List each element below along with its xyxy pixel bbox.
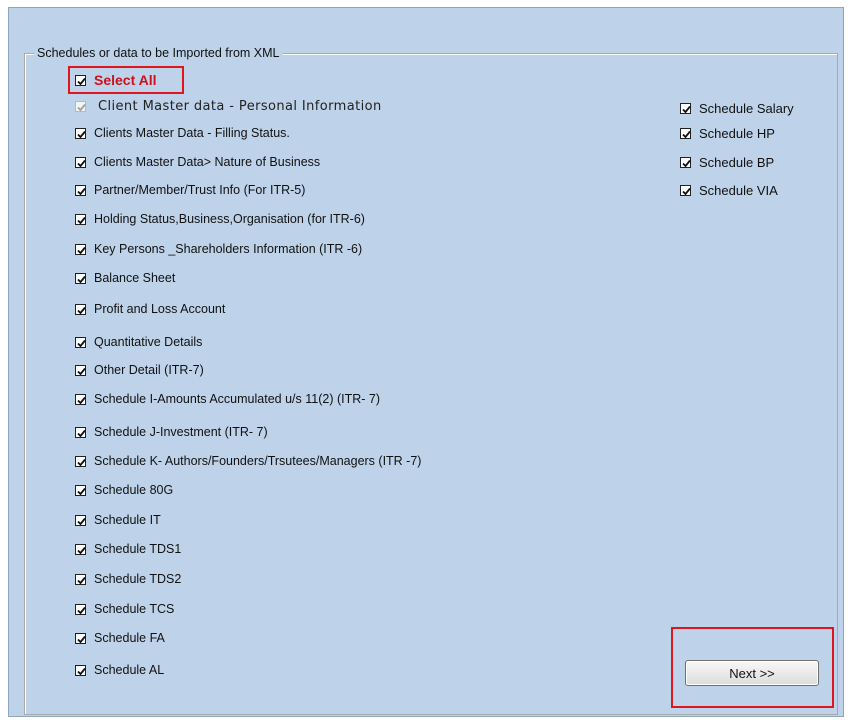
- checkbox-other-detail[interactable]: [75, 364, 86, 376]
- checkbox-schedule-i[interactable]: [75, 393, 86, 405]
- checkbox-row-balance-sheet[interactable]: Balance Sheet: [75, 271, 175, 285]
- checkbox-row-schedule-via[interactable]: Schedule VIA: [680, 183, 778, 198]
- checkbox-schedule-fa[interactable]: [75, 632, 86, 644]
- label-schedule-via: Schedule VIA: [699, 183, 778, 198]
- select-all-checkbox[interactable]: [75, 74, 86, 86]
- checkbox-balance-sheet[interactable]: [75, 272, 86, 284]
- label-key-persons: Key Persons _Shareholders Information (I…: [94, 242, 363, 256]
- checkbox-profit-loss[interactable]: [75, 303, 86, 315]
- checkbox-row-schedule-80g[interactable]: Schedule 80G: [75, 483, 173, 497]
- checkbox-partner-info[interactable]: [75, 184, 86, 196]
- checkbox-holding-status[interactable]: [75, 213, 86, 225]
- checkbox-schedule-k[interactable]: [75, 455, 86, 467]
- label-schedule-bp: Schedule BP: [699, 155, 775, 170]
- checkbox-schedule-salary[interactable]: [680, 103, 691, 114]
- checkbox-row-schedule-tcs[interactable]: Schedule TCS: [75, 602, 174, 616]
- checkbox-row-schedule-tds2[interactable]: Schedule TDS2: [75, 572, 181, 586]
- checkbox-filling-status[interactable]: [75, 127, 86, 139]
- select-all-label: Select All: [94, 72, 157, 88]
- checkbox-key-persons[interactable]: [75, 243, 86, 255]
- checkbox-row-schedule-al[interactable]: Schedule AL: [75, 663, 164, 677]
- checkbox-quantitative-details[interactable]: [75, 336, 86, 348]
- label-profit-loss: Profit and Loss Account: [94, 302, 226, 316]
- checkbox-schedule-al[interactable]: [75, 664, 86, 676]
- label-balance-sheet: Balance Sheet: [94, 271, 176, 285]
- label-schedule-tds1: Schedule TDS1: [94, 542, 182, 556]
- label-schedule-i: Schedule I-Amounts Accumulated u/s 11(2)…: [94, 392, 380, 406]
- label-schedule-it: Schedule IT: [94, 513, 161, 527]
- checkbox-row-schedule-tds1[interactable]: Schedule TDS1: [75, 542, 181, 556]
- checkbox-row-schedule-j[interactable]: Schedule J-Investment (ITR- 7): [75, 425, 268, 439]
- checkbox-schedule-tcs[interactable]: [75, 603, 86, 615]
- checkbox-row-schedule-i[interactable]: Schedule I-Amounts Accumulated u/s 11(2)…: [75, 392, 380, 406]
- checkbox-row-schedule-bp[interactable]: Schedule BP: [680, 155, 774, 170]
- groupbox-title: Schedules or data to be Imported from XM…: [34, 46, 283, 60]
- label-partner-info: Partner/Member/Trust Info (For ITR-5): [94, 183, 306, 197]
- checkbox-row-schedule-salary[interactable]: Schedule Salary: [680, 101, 794, 116]
- checkbox-row-filling-status[interactable]: Clients Master Data - Filling Status.: [75, 126, 290, 140]
- label-holding-status: Holding Status,Business,Organisation (fo…: [94, 212, 365, 226]
- checkbox-row-schedule-k[interactable]: Schedule K- Authors/Founders/Trsutees/Ma…: [75, 454, 421, 468]
- label-schedule-al: Schedule AL: [94, 663, 165, 677]
- label-schedule-salary: Schedule Salary: [699, 101, 794, 116]
- label-schedule-fa: Schedule FA: [94, 631, 165, 645]
- checkbox-schedule-tds2[interactable]: [75, 573, 86, 585]
- checkbox-row-key-persons[interactable]: Key Persons _Shareholders Information (I…: [75, 242, 362, 256]
- label-other-detail: Other Detail (ITR-7): [94, 363, 204, 377]
- label-quantitative-details: Quantitative Details: [94, 335, 203, 349]
- checkbox-schedule-80g[interactable]: [75, 484, 86, 496]
- checkbox-row-partner-info[interactable]: Partner/Member/Trust Info (For ITR-5): [75, 183, 305, 197]
- checkbox-schedule-it[interactable]: [75, 514, 86, 526]
- label-schedule-80g: Schedule 80G: [94, 483, 174, 497]
- checkbox-schedule-via[interactable]: [680, 185, 691, 196]
- checkbox-row-profit-loss[interactable]: Profit and Loss Account: [75, 302, 225, 316]
- checkbox-row-personal-info: Client Master data - Personal Informatio…: [75, 99, 382, 114]
- label-schedule-tds2: Schedule TDS2: [94, 572, 182, 586]
- checkbox-nature-of-business[interactable]: [75, 156, 86, 168]
- label-nature-of-business: Clients Master Data> Nature of Business: [94, 155, 321, 169]
- label-personal-info: Client Master data - Personal Informatio…: [98, 99, 382, 114]
- label-schedule-j: Schedule J-Investment (ITR- 7): [94, 425, 268, 439]
- checkbox-row-schedule-hp[interactable]: Schedule HP: [680, 126, 775, 141]
- checkbox-schedule-hp[interactable]: [680, 128, 691, 139]
- label-filling-status: Clients Master Data - Filling Status.: [94, 126, 290, 140]
- label-schedule-tcs: Schedule TCS: [94, 602, 175, 616]
- checkbox-row-holding-status[interactable]: Holding Status,Business,Organisation (fo…: [75, 212, 365, 226]
- checkbox-row-nature-of-business[interactable]: Clients Master Data> Nature of Business: [75, 155, 320, 169]
- checkbox-personal-info: [75, 101, 86, 112]
- select-all-checkbox-row[interactable]: Select All: [75, 72, 157, 88]
- checkbox-row-schedule-it[interactable]: Schedule IT: [75, 513, 161, 527]
- next-button[interactable]: Next >>: [685, 660, 819, 686]
- checkbox-schedule-bp[interactable]: [680, 157, 691, 168]
- checkbox-row-other-detail[interactable]: Other Detail (ITR-7): [75, 363, 204, 377]
- checkbox-schedule-tds1[interactable]: [75, 543, 86, 555]
- checkbox-row-schedule-fa[interactable]: Schedule FA: [75, 631, 165, 645]
- checkbox-schedule-j[interactable]: [75, 426, 86, 438]
- label-schedule-k: Schedule K- Authors/Founders/Trsutees/Ma…: [94, 454, 422, 468]
- label-schedule-hp: Schedule HP: [699, 126, 775, 141]
- checkbox-row-quantitative-details[interactable]: Quantitative Details: [75, 335, 202, 349]
